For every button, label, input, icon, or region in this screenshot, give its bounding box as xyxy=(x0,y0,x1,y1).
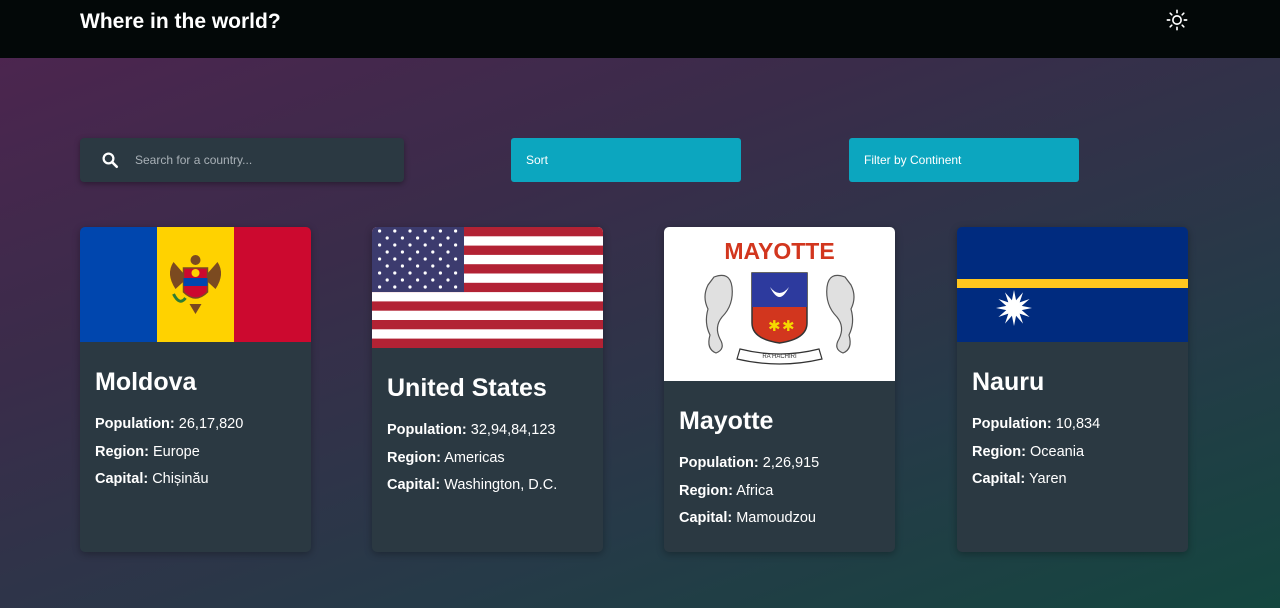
capital-label: Capital: xyxy=(95,471,149,487)
region-value: Oceania xyxy=(1030,443,1085,460)
capital-row: Capital: Chișinău xyxy=(95,466,296,494)
population-label: Population: xyxy=(387,422,467,438)
population-value: 32,94,84,123 xyxy=(470,422,556,438)
population-row: Population: 32,94,84,123 xyxy=(387,417,588,445)
country-card-nauru[interactable]: Nauru Population: 10,834 Region: Oceania… xyxy=(957,227,1188,552)
population-label: Population: xyxy=(972,416,1052,432)
region-label: Region: xyxy=(95,443,149,460)
capital-label: Capital: xyxy=(387,477,441,493)
region-value: Europe xyxy=(153,443,200,460)
us-flag xyxy=(372,227,603,348)
search-icon xyxy=(102,152,119,169)
nauru-flag xyxy=(957,227,1188,342)
country-name: United States xyxy=(387,374,547,402)
capital-value: Mamoudzou xyxy=(736,510,816,526)
sun-icon xyxy=(1166,9,1188,31)
country-card-mayotte[interactable]: MAYOTTE ✱ ✱ RA HACHIRI Mayotte Populatio… xyxy=(664,227,895,552)
region-label: Region: xyxy=(679,482,733,499)
svg-text:✱: ✱ xyxy=(782,317,795,335)
population-row: Population: 10,834 xyxy=(972,411,1173,439)
flag-text: MAYOTTE xyxy=(724,238,834,264)
app-header: Where in the world? xyxy=(0,0,1280,58)
region-label: Region: xyxy=(972,443,1026,460)
population-label: Population: xyxy=(679,455,759,471)
capital-row: Capital: Mamoudzou xyxy=(679,505,880,533)
search-input[interactable] xyxy=(128,138,398,182)
population-value: 2,26,915 xyxy=(762,455,820,471)
region-value: Africa xyxy=(736,482,774,499)
country-name: Nauru xyxy=(972,368,1045,396)
population-row: Population: 26,17,820 xyxy=(95,411,296,439)
capital-row: Capital: Yaren xyxy=(972,466,1173,494)
capital-value: Chișinău xyxy=(152,471,209,487)
country-name: Mayotte xyxy=(679,407,774,435)
region-row: Region: Oceania xyxy=(972,439,1173,467)
country-card-united-states[interactable]: United States Population: 32,94,84,123 R… xyxy=(372,227,603,552)
country-card-moldova[interactable]: Moldova Population: 26,17,820 Region: Eu… xyxy=(80,227,311,552)
capital-value: Yaren xyxy=(1028,471,1067,487)
population-value: 10,834 xyxy=(1055,416,1101,432)
search-box xyxy=(80,138,404,182)
region-row: Region: Europe xyxy=(95,439,296,467)
capital-value: Washington, D.C. xyxy=(444,477,558,493)
region-value: Americas xyxy=(444,449,505,466)
region-label: Region: xyxy=(387,449,441,466)
region-row: Region: Africa xyxy=(679,478,880,506)
app-title: Where in the world? xyxy=(80,10,281,33)
svg-text:✱: ✱ xyxy=(768,317,781,335)
population-row: Population: 2,26,915 xyxy=(679,450,880,478)
mayotte-flag: MAYOTTE ✱ ✱ RA HACHIRI xyxy=(664,227,895,381)
capital-label: Capital: xyxy=(972,471,1026,487)
sort-button[interactable]: Sort xyxy=(511,138,741,182)
moldova-flag xyxy=(80,227,311,342)
flag-motto: RA HACHIRI xyxy=(762,354,797,360)
population-value: 26,17,820 xyxy=(178,416,244,432)
theme-toggle-button[interactable] xyxy=(1165,8,1189,32)
capital-label: Capital: xyxy=(679,510,733,526)
region-row: Region: Americas xyxy=(387,445,588,473)
population-label: Population: xyxy=(95,416,175,432)
capital-row: Capital: Washington, D.C. xyxy=(387,472,588,500)
country-name: Moldova xyxy=(95,368,197,396)
filter-by-continent-button[interactable]: Filter by Continent xyxy=(849,138,1079,182)
